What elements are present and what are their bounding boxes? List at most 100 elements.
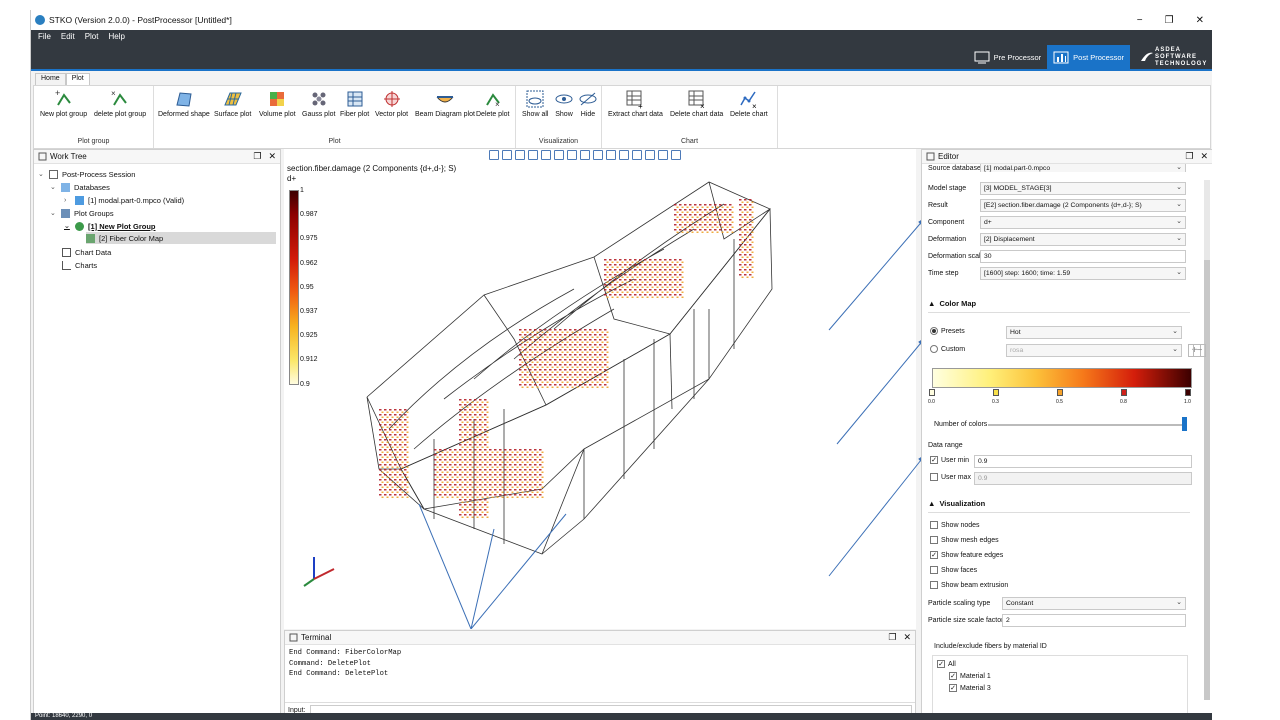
tree-item-plot-groups[interactable]: ⌄ Plot Groups	[50, 207, 114, 219]
delete-plot-group-button[interactable]: × delete plot group	[94, 89, 146, 118]
delete-chart-button[interactable]: × Delete chart	[730, 89, 768, 118]
view-back-icon[interactable]	[515, 150, 525, 160]
menu-edit[interactable]: Edit	[61, 32, 75, 41]
number-of-colors-slider[interactable]	[988, 424, 1186, 426]
parallel-icon[interactable]	[632, 150, 642, 160]
radio-checked-icon[interactable]	[930, 327, 938, 335]
hide-icon[interactable]	[593, 150, 603, 160]
vector-plot-button[interactable]: Vector plot	[375, 89, 408, 118]
float-icon[interactable]: ❐	[888, 632, 896, 643]
chevron-down-icon[interactable]: ⌄	[50, 209, 58, 217]
tree-item-charts[interactable]: Charts	[62, 259, 97, 271]
editor-scrollbar[interactable]	[1204, 180, 1210, 700]
particle-scaling-select[interactable]: Constant ⌄	[1002, 596, 1186, 610]
tree-item-fiber-color-map[interactable]: [2] Fiber Color Map	[86, 232, 276, 244]
menu-plot[interactable]: Plot	[85, 32, 99, 41]
checkbox-unchecked-icon[interactable]	[930, 473, 938, 481]
checkbox-unchecked-icon[interactable]	[930, 521, 938, 529]
editor-row-value-field[interactable]: [3] MODEL_STAGE[3] ⌄	[980, 181, 1186, 195]
source-select[interactable]: [1] modal.part-0.mpco ⌄	[980, 164, 1186, 172]
color-stop-marker[interactable]	[993, 389, 999, 396]
close-icon[interactable]: ✕	[903, 632, 911, 643]
visualization-checkbox[interactable]: Show mesh edges	[930, 536, 999, 544]
user-min-input[interactable]: 0.9	[974, 455, 1192, 468]
particle-size-input[interactable]: 2	[1002, 613, 1186, 627]
visualization-checkbox[interactable]: Show beam extrusion	[930, 581, 1008, 589]
tab-plot[interactable]: Plot	[65, 73, 90, 85]
delete-chart-data-button[interactable]: × Delete chart data	[670, 89, 723, 118]
color-stop-marker[interactable]	[1057, 389, 1063, 396]
radio-unchecked-icon[interactable]	[930, 345, 938, 353]
tab-home[interactable]: Home	[35, 73, 66, 85]
post-processor-button[interactable]: Post Processor	[1047, 45, 1130, 69]
gauss-plot-button[interactable]: Gauss plot	[302, 89, 335, 118]
volume-plot-button[interactable]: Volume plot	[259, 89, 296, 118]
perspective-icon[interactable]	[619, 150, 629, 160]
pre-processor-button[interactable]: Pre Processor	[968, 45, 1048, 69]
user-max-checkbox[interactable]: User max	[930, 473, 971, 481]
checkbox-unchecked-icon[interactable]	[930, 536, 938, 544]
color-map-section[interactable]: ▲ Color Map	[928, 299, 976, 308]
color-stop-marker[interactable]	[1121, 389, 1127, 396]
extract-chart-data-button[interactable]: + Extract chart data	[608, 89, 663, 118]
user-max-input[interactable]: 0.9	[974, 472, 1192, 485]
zoom-fit-icon[interactable]	[645, 150, 655, 160]
deformed-shape-button[interactable]: Deformed shape	[158, 89, 210, 118]
new-plot-group-button[interactable]: + New plot group	[40, 89, 87, 118]
visualization-checkbox[interactable]: ✓ Show feature edges	[930, 551, 1003, 559]
view-top-icon[interactable]	[554, 150, 564, 160]
beam-diagram-plot-button[interactable]: Beam Diagram plot	[415, 89, 475, 118]
tree-item-chart-data[interactable]: Chart Data	[62, 246, 111, 258]
remove-color-button[interactable]: −	[1193, 344, 1206, 357]
show-button[interactable]: Show	[554, 89, 574, 118]
editor-row-value-field[interactable]: [2] Displacement ⌄	[980, 232, 1186, 246]
fiber-material-3-checkbox[interactable]: ✓ Material 3	[949, 684, 991, 692]
chevron-down-icon[interactable]: ⌄	[50, 183, 58, 191]
view-iso-icon[interactable]	[489, 150, 499, 160]
editor-row-value-field[interactable]: [E2] section.fiber.damage (2 Components …	[980, 198, 1186, 212]
view-left-icon[interactable]	[528, 150, 538, 160]
checkbox-unchecked-icon[interactable]	[930, 581, 938, 589]
surface-plot-button[interactable]: Surface plot	[214, 89, 251, 118]
chevron-down-icon[interactable]: ⌄	[64, 222, 72, 230]
checkbox-checked-icon[interactable]: ✓	[930, 551, 938, 559]
hide-button[interactable]: Hide	[578, 89, 598, 118]
editor-row-value-field[interactable]: 30	[980, 249, 1186, 263]
editor-row-value-field[interactable]: d+ ⌄	[980, 215, 1186, 229]
presets-radio[interactable]: Presets	[930, 327, 965, 335]
tree-item-databases[interactable]: ⌄ Databases	[50, 181, 110, 193]
custom-radio[interactable]: Custom	[930, 345, 965, 353]
visualization-checkbox[interactable]: Show nodes	[930, 521, 980, 529]
fiber-material-1-checkbox[interactable]: ✓ Material 1	[949, 672, 991, 680]
view-right-icon[interactable]	[541, 150, 551, 160]
fiber-all-checkbox[interactable]: ✓ All	[937, 660, 956, 668]
grid-icon[interactable]	[671, 150, 681, 160]
checkbox-checked-icon[interactable]: ✓	[949, 684, 957, 692]
collapse-icon[interactable]: ▲	[928, 299, 935, 308]
float-icon[interactable]: ❐	[253, 151, 261, 162]
show-icon[interactable]	[580, 150, 590, 160]
checkbox-checked-icon[interactable]: ✓	[930, 456, 938, 464]
color-stop-marker[interactable]	[929, 389, 935, 396]
restore-button[interactable]: ❐	[1165, 15, 1174, 26]
close-icon[interactable]: ✕	[1200, 151, 1208, 162]
zoom-icon[interactable]	[658, 150, 668, 160]
tree-item-mpco[interactable]: › [1] modal.part-0.mpco (Valid)	[64, 194, 184, 206]
show-all-button[interactable]: Show all	[522, 89, 548, 118]
slider-handle[interactable]	[1182, 417, 1187, 431]
fiber-plot-button[interactable]: Fiber plot	[340, 89, 369, 118]
checkbox-checked-icon[interactable]: ✓	[937, 660, 945, 668]
view-front-icon[interactable]	[502, 150, 512, 160]
menu-file[interactable]: File	[38, 32, 51, 41]
view-bottom-icon[interactable]	[567, 150, 577, 160]
close-button[interactable]: ✕	[1196, 15, 1204, 26]
visualization-section[interactable]: ▲ Visualization	[928, 499, 985, 508]
presets-select[interactable]: Hot ⌄	[1006, 326, 1182, 339]
scrollbar-thumb[interactable]	[1204, 260, 1210, 700]
tree-item-new-plot-group[interactable]: ⌄ [1] New Plot Group	[64, 220, 156, 232]
editor-row-value-field[interactable]: [1600] step: 1600; time: 1.59 ⌄	[980, 266, 1186, 280]
minimize-button[interactable]: −	[1137, 15, 1143, 26]
custom-select[interactable]: rosa ⌄	[1006, 344, 1182, 357]
float-icon[interactable]: ❐	[1185, 151, 1193, 162]
3d-viewport[interactable]: section.fiber.damage (2 Components {d+,d…	[284, 149, 916, 629]
